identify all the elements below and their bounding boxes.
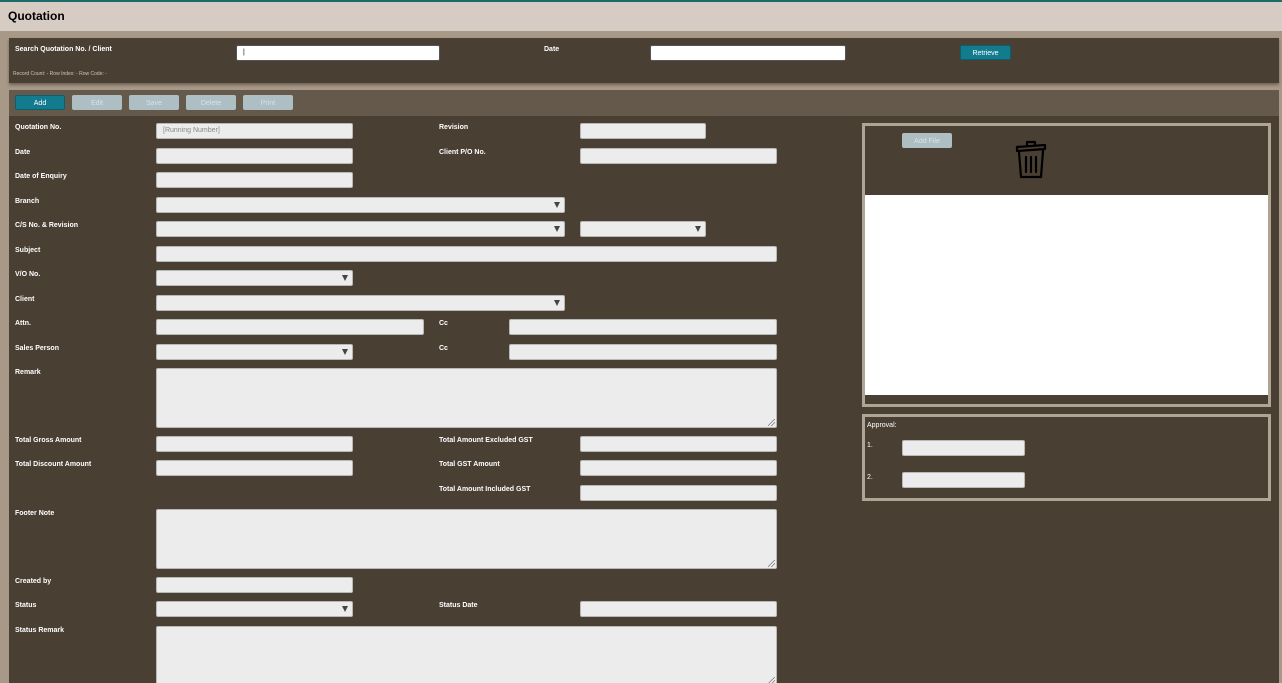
- vo-no-select[interactable]: [156, 270, 353, 286]
- search-panel: Search Quotation No. / Client | Date Ret…: [9, 38, 1279, 83]
- cs-no-select[interactable]: [156, 221, 565, 237]
- chevron-down-icon: [342, 606, 348, 612]
- client-label: Client: [15, 296, 35, 303]
- search-label: Search Quotation No. / Client: [15, 46, 112, 53]
- client-po-input[interactable]: [580, 148, 777, 164]
- cc1-input[interactable]: [509, 319, 777, 335]
- cc2-input[interactable]: [509, 344, 777, 360]
- save-button[interactable]: Save: [129, 95, 179, 110]
- revision-input[interactable]: [580, 123, 706, 139]
- total-discount-input[interactable]: [156, 460, 353, 476]
- status-label: Status: [15, 602, 37, 609]
- subject-input[interactable]: [156, 246, 777, 262]
- record-info: Record Count: - Row Index: - Row Code: -: [13, 71, 107, 77]
- attn-label: Attn.: [15, 320, 31, 327]
- cs-no-label: C/S No. & Revision: [15, 222, 79, 229]
- total-incl-gst-input[interactable]: [580, 485, 777, 501]
- date-of-enquiry-input[interactable]: [156, 172, 353, 188]
- quotation-form: Quotation No. [Running Number] Revision …: [9, 116, 1279, 683]
- edit-button[interactable]: Edit: [72, 95, 122, 110]
- trash-icon[interactable]: [1014, 138, 1048, 180]
- title-bar: Quotation: [0, 2, 1282, 31]
- attn-input[interactable]: [156, 319, 424, 335]
- total-incl-gst-label: Total Amount Included GST: [439, 486, 531, 493]
- chevron-down-icon: [554, 226, 560, 232]
- page-title: Quotation: [8, 9, 65, 23]
- chevron-down-icon: [342, 275, 348, 281]
- search-date-input[interactable]: [650, 45, 846, 61]
- date-of-enquiry-label: Date of Enquiry: [15, 173, 67, 180]
- branch-select[interactable]: [156, 197, 565, 213]
- quotation-no-label: Quotation No.: [15, 124, 62, 131]
- created-by-label: Created by: [15, 578, 52, 585]
- status-date-input[interactable]: [580, 601, 777, 617]
- date-input[interactable]: [156, 148, 353, 164]
- resize-grip-icon[interactable]: [768, 419, 775, 426]
- chevron-down-icon: [342, 349, 348, 355]
- branch-label: Branch: [15, 198, 40, 205]
- status-remark-textarea[interactable]: [156, 626, 777, 683]
- total-gst-input[interactable]: [580, 460, 777, 476]
- sales-person-label: Sales Person: [15, 345, 59, 352]
- approval-row2-label: 2.: [867, 474, 873, 481]
- resize-grip-icon[interactable]: [768, 560, 775, 567]
- total-gst-label: Total GST Amount: [439, 461, 500, 468]
- subject-label: Subject: [15, 247, 41, 254]
- chevron-down-icon: [554, 202, 560, 208]
- approval-2-input[interactable]: [902, 472, 1025, 488]
- sales-person-select[interactable]: [156, 344, 353, 360]
- print-button[interactable]: Print: [243, 95, 293, 110]
- search-input[interactable]: |: [236, 45, 440, 61]
- total-excl-gst-label: Total Amount Excluded GST: [439, 437, 533, 444]
- search-date-label: Date: [544, 46, 560, 53]
- attachment-preview-area[interactable]: [865, 195, 1268, 395]
- chevron-down-icon: [554, 300, 560, 306]
- total-gross-label: Total Gross Amount: [15, 437, 82, 444]
- date-label: Date: [15, 149, 31, 156]
- created-by-input[interactable]: [156, 577, 353, 593]
- cs-revision-select[interactable]: [580, 221, 706, 237]
- footer-note-label: Footer Note: [15, 510, 55, 517]
- add-file-button[interactable]: Add File: [902, 133, 952, 148]
- retrieve-button[interactable]: Retrieve: [960, 45, 1011, 60]
- status-date-label: Status Date: [439, 602, 478, 609]
- client-select[interactable]: [156, 295, 565, 311]
- add-button[interactable]: Add: [15, 95, 65, 110]
- quotation-no-input[interactable]: [Running Number]: [156, 123, 353, 139]
- status-select[interactable]: [156, 601, 353, 617]
- cc2-label: Cc: [439, 345, 448, 352]
- approval-label: Approval:: [867, 422, 897, 429]
- remark-label: Remark: [15, 369, 41, 376]
- vo-no-label: V/O No.: [15, 271, 41, 278]
- client-po-label: Client P/O No.: [439, 149, 486, 156]
- delete-button[interactable]: Delete: [186, 95, 236, 110]
- total-excl-gst-input[interactable]: [580, 436, 777, 452]
- chevron-down-icon: [695, 226, 701, 232]
- cc1-label: Cc: [439, 320, 448, 327]
- attachment-panel: Add File: [862, 123, 1271, 407]
- approval-row1-label: 1.: [867, 442, 873, 449]
- toolbar: Add Edit Save Delete Print: [9, 90, 1279, 116]
- resize-grip-icon[interactable]: [768, 677, 775, 683]
- approval-1-input[interactable]: [902, 440, 1025, 456]
- remark-textarea[interactable]: [156, 368, 777, 428]
- approval-panel: Approval: 1. 2.: [862, 414, 1271, 501]
- revision-label: Revision: [439, 124, 469, 131]
- status-remark-label: Status Remark: [15, 627, 65, 634]
- total-discount-label: Total Discount Amount: [15, 461, 92, 468]
- footer-note-textarea[interactable]: [156, 509, 777, 569]
- total-gross-input[interactable]: [156, 436, 353, 452]
